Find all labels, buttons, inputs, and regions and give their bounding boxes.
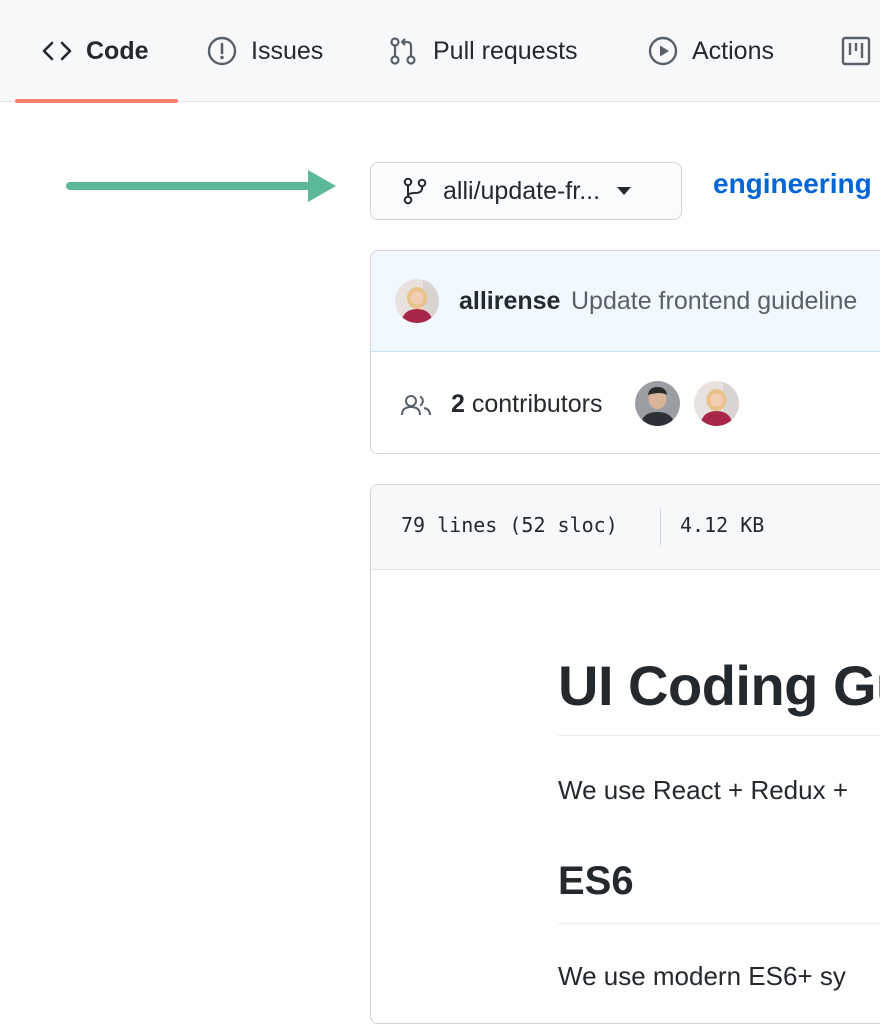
tab-actions[interactable]: Actions [648, 0, 774, 102]
issue-opened-icon [207, 36, 237, 66]
file-header: 79 lines (52 sloc) 4.12 KB [371, 485, 880, 570]
play-icon [648, 36, 678, 66]
contributors-count: 2 [451, 390, 465, 418]
branch-name: alli/update-fr... [443, 176, 601, 205]
tab-issues-label: Issues [251, 36, 324, 65]
markdown-heading-2: ES6 [558, 859, 634, 903]
people-icon [401, 394, 431, 416]
contributors-row: 2 contributors [371, 352, 880, 453]
git-branch-icon [403, 177, 427, 205]
tab-pull-requests-label: Pull requests [433, 36, 578, 65]
tab-actions-label: Actions [692, 36, 774, 65]
file-viewer: 79 lines (52 sloc) 4.12 KB UI Coding Gu … [370, 484, 880, 1024]
tab-issues[interactable]: Issues [207, 0, 323, 102]
commit-message-link[interactable]: Update frontend guideline [571, 287, 857, 316]
heading-divider [558, 923, 880, 924]
chevron-down-icon [616, 186, 632, 196]
avatar[interactable] [395, 279, 439, 323]
meta-divider [660, 509, 661, 545]
selected-tab-indicator [15, 99, 178, 103]
tab-code-label: Code [86, 36, 149, 65]
repo-tab-bar: Code Issues Pull requests Actions [0, 0, 880, 103]
file-size: 4.12 KB [680, 513, 765, 537]
markdown-heading-1: UI Coding Gu [558, 654, 880, 717]
tab-pull-requests[interactable]: Pull requests [389, 0, 578, 102]
markdown-paragraph: We use modern ES6+ sy [558, 961, 846, 991]
code-icon [42, 40, 72, 62]
breadcrumb-repo-link[interactable]: engineering [713, 168, 872, 200]
tab-projects[interactable] [841, 0, 880, 102]
git-pull-request-icon [389, 36, 419, 66]
latest-commit-box: allirense Update frontend guideline 2 co… [370, 250, 880, 454]
commit-author-link[interactable]: allirense [459, 287, 560, 316]
markdown-paragraph: We use React + Redux + [558, 775, 849, 805]
branch-select-button[interactable]: alli/update-fr... [370, 162, 682, 220]
annotation-arrow-icon [60, 166, 340, 211]
project-icon [841, 36, 871, 66]
latest-commit-row: allirense Update frontend guideline [371, 251, 880, 352]
contributors-link[interactable]: 2 contributors [451, 390, 602, 419]
tab-code[interactable]: Code [42, 0, 149, 102]
file-line-count: 79 lines (52 sloc) [401, 513, 618, 537]
avatar[interactable] [635, 381, 680, 426]
contributors-label: contributors [471, 390, 603, 418]
avatar[interactable] [694, 381, 739, 426]
heading-divider [558, 735, 880, 736]
